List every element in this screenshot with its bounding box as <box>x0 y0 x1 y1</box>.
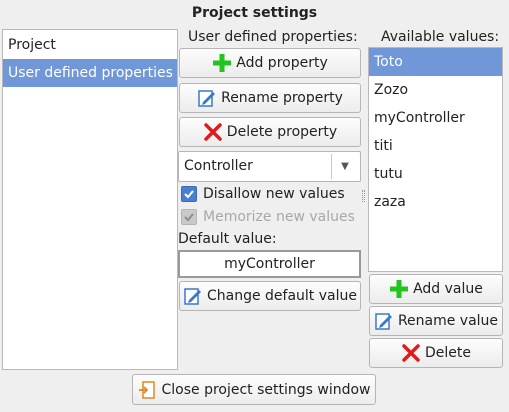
property-select[interactable]: Controller ▼ <box>178 151 361 182</box>
value-item[interactable]: tutu <box>369 160 502 188</box>
close-project-settings-label: Close project settings window <box>161 381 371 398</box>
value-item[interactable]: zaza <box>369 188 502 216</box>
dropdown-separator <box>331 154 332 179</box>
memorize-new-values-label: Memorize new values <box>203 209 355 225</box>
default-value-label: Default value: <box>178 231 277 247</box>
add-property-label: Add property <box>236 55 328 71</box>
disallow-new-values-label: Disallow new values <box>203 186 345 202</box>
window-title: Project settings <box>191 5 318 21</box>
value-item[interactable]: titi <box>369 132 502 160</box>
edit-icon <box>183 286 203 306</box>
available-values-label: Available values: <box>381 29 500 45</box>
disallow-new-values-checkbox[interactable]: Disallow new values <box>181 186 345 202</box>
exit-door-icon <box>137 380 157 400</box>
value-item[interactable]: Toto <box>369 48 502 76</box>
rename-property-label: Rename property <box>221 90 343 106</box>
category-list[interactable]: Project User defined properties <box>2 29 178 370</box>
edit-icon <box>197 88 217 108</box>
delete-property-label: Delete property <box>226 124 338 140</box>
available-values-list[interactable]: Toto Zozo myController titi tutu zaza <box>368 47 503 272</box>
edit-icon <box>374 311 394 331</box>
value-item[interactable]: Zozo <box>369 76 502 104</box>
change-default-value-label: Change default value <box>206 288 357 304</box>
checkmark-icon <box>181 209 197 225</box>
add-value-button[interactable]: Add value <box>369 274 503 304</box>
category-item-user-defined-properties[interactable]: User defined properties <box>3 59 177 87</box>
delete-value-button[interactable]: Delete <box>369 338 503 368</box>
rename-property-button[interactable]: Rename property <box>179 83 361 113</box>
add-property-button[interactable]: Add property <box>179 48 361 78</box>
delete-property-button[interactable]: Delete property <box>179 117 361 147</box>
add-value-label: Add value <box>413 281 483 297</box>
close-project-settings-button[interactable]: Close project settings window <box>132 374 376 405</box>
plus-icon <box>212 53 232 73</box>
plus-icon <box>389 279 409 299</box>
delete-value-label: Delete <box>425 345 471 361</box>
category-item-project[interactable]: Project <box>3 31 177 59</box>
user-defined-properties-label: User defined properties: <box>188 29 358 45</box>
property-select-value: Controller <box>184 158 253 174</box>
rename-value-label: Rename value <box>397 313 499 329</box>
checkmark-icon[interactable] <box>181 186 197 202</box>
value-item[interactable]: myController <box>369 104 502 132</box>
x-icon <box>401 343 421 363</box>
rename-value-button[interactable]: Rename value <box>369 306 503 336</box>
memorize-new-values-checkbox: Memorize new values <box>181 209 355 225</box>
chevron-down-icon[interactable]: ▼ <box>336 152 354 181</box>
default-value-field: myController <box>178 250 361 278</box>
change-default-value-button[interactable]: Change default value <box>179 281 361 311</box>
x-icon <box>203 122 223 142</box>
splitter-handle[interactable] <box>362 190 365 202</box>
